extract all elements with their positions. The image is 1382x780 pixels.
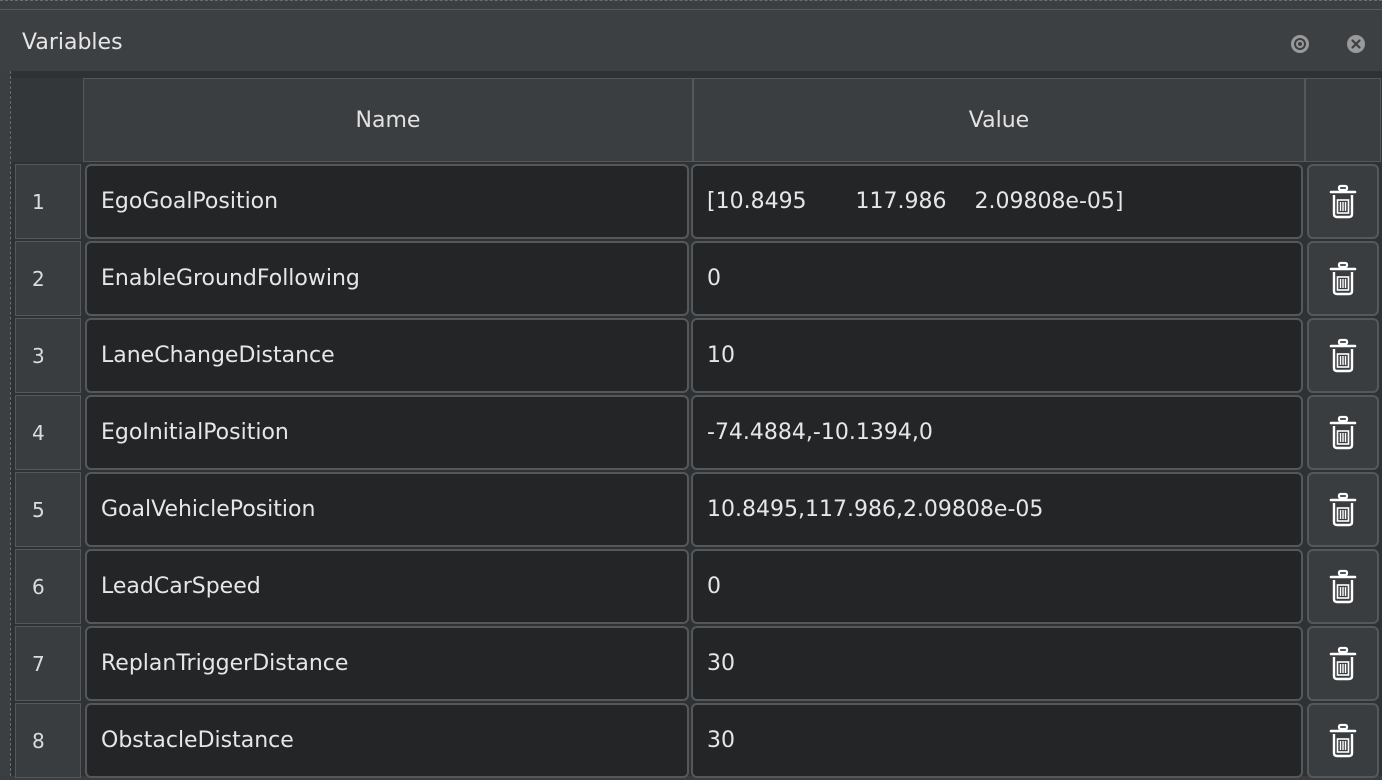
variable-name-cell[interactable]: ReplanTriggerDistance <box>85 626 689 701</box>
variable-value-cell[interactable]: 30 <box>691 703 1303 778</box>
trash-icon <box>1329 261 1357 295</box>
column-header-actions <box>1305 78 1381 162</box>
variable-name-cell[interactable]: EgoGoalPosition <box>85 164 689 239</box>
delete-variable-button[interactable] <box>1307 703 1379 778</box>
variable-value-cell[interactable]: 0 <box>691 549 1303 624</box>
delete-variable-button[interactable] <box>1307 164 1379 239</box>
variable-value-cell[interactable]: 10.8495,117.986,2.09808e-05 <box>691 472 1303 547</box>
row-index[interactable]: 7 <box>15 626 81 701</box>
variable-name-cell[interactable]: LaneChangeDistance <box>85 318 689 393</box>
variable-name-cell[interactable]: ObstacleDistance <box>85 703 689 778</box>
table-row: 2 EnableGroundFollowing 0 <box>11 241 1382 318</box>
table-row: 1 EgoGoalPosition [10.8495 117.986 2.09808… <box>11 164 1382 241</box>
table-row: 7 ReplanTriggerDistance 30 <box>11 626 1382 703</box>
row-index[interactable]: 2 <box>15 241 81 316</box>
delete-variable-button[interactable] <box>1307 395 1379 470</box>
trash-icon <box>1329 338 1357 372</box>
row-index[interactable]: 5 <box>15 472 81 547</box>
variable-name-cell[interactable]: GoalVehiclePosition <box>85 472 689 547</box>
variable-name-cell[interactable]: EnableGroundFollowing <box>85 241 689 316</box>
panel-titlebar: Variables <box>0 9 1382 71</box>
delete-variable-button[interactable] <box>1307 626 1379 701</box>
trash-icon <box>1329 492 1357 526</box>
row-index[interactable]: 6 <box>15 549 81 624</box>
table-row: 4 EgoInitialPosition -74.4884,-10.1394,0 <box>11 395 1382 472</box>
row-index[interactable]: 8 <box>15 703 81 778</box>
trash-icon <box>1329 646 1357 680</box>
table-row: 3 LaneChangeDistance 10 <box>11 318 1382 395</box>
table-row: 6 LeadCarSpeed 0 <box>11 549 1382 626</box>
row-index[interactable]: 3 <box>15 318 81 393</box>
variable-value-cell[interactable]: 10 <box>691 318 1303 393</box>
table-row: 5 GoalVehiclePosition 10.8495,117.986,2.09… <box>11 472 1382 549</box>
row-index[interactable]: 1 <box>15 164 81 239</box>
trash-icon <box>1329 184 1357 218</box>
delete-variable-button[interactable] <box>1307 549 1379 624</box>
panel-title: Variables <box>22 30 123 55</box>
delete-variable-button[interactable] <box>1307 318 1379 393</box>
variable-name-cell[interactable]: LeadCarSpeed <box>85 549 689 624</box>
variables-panel: Variables Name Value 1 EgoGoalPosition [10… <box>0 0 1382 778</box>
variables-table: Name Value 1 EgoGoalPosition [10.8495 117.… <box>10 71 1382 778</box>
variable-value-cell[interactable]: 30 <box>691 626 1303 701</box>
column-header-value[interactable]: Value <box>693 78 1305 162</box>
delete-variable-button[interactable] <box>1307 241 1379 316</box>
column-header-name[interactable]: Name <box>83 78 693 162</box>
settings-circle-icon[interactable] <box>1290 34 1310 54</box>
trash-icon <box>1329 569 1357 603</box>
delete-variable-button[interactable] <box>1307 472 1379 547</box>
corner-header <box>11 78 83 162</box>
trash-icon <box>1329 723 1357 757</box>
row-index[interactable]: 4 <box>15 395 81 470</box>
variable-value-cell[interactable]: -74.4884,-10.1394,0 <box>691 395 1303 470</box>
table-row: 8 ObstacleDistance 30 <box>11 703 1382 780</box>
variable-name-cell[interactable]: EgoInitialPosition <box>85 395 689 470</box>
close-circle-icon[interactable] <box>1346 34 1366 54</box>
variable-value-cell[interactable]: 0 <box>691 241 1303 316</box>
trash-icon <box>1329 415 1357 449</box>
variable-value-cell[interactable]: [10.8495 117.986 2.09808e-05] <box>691 164 1303 239</box>
